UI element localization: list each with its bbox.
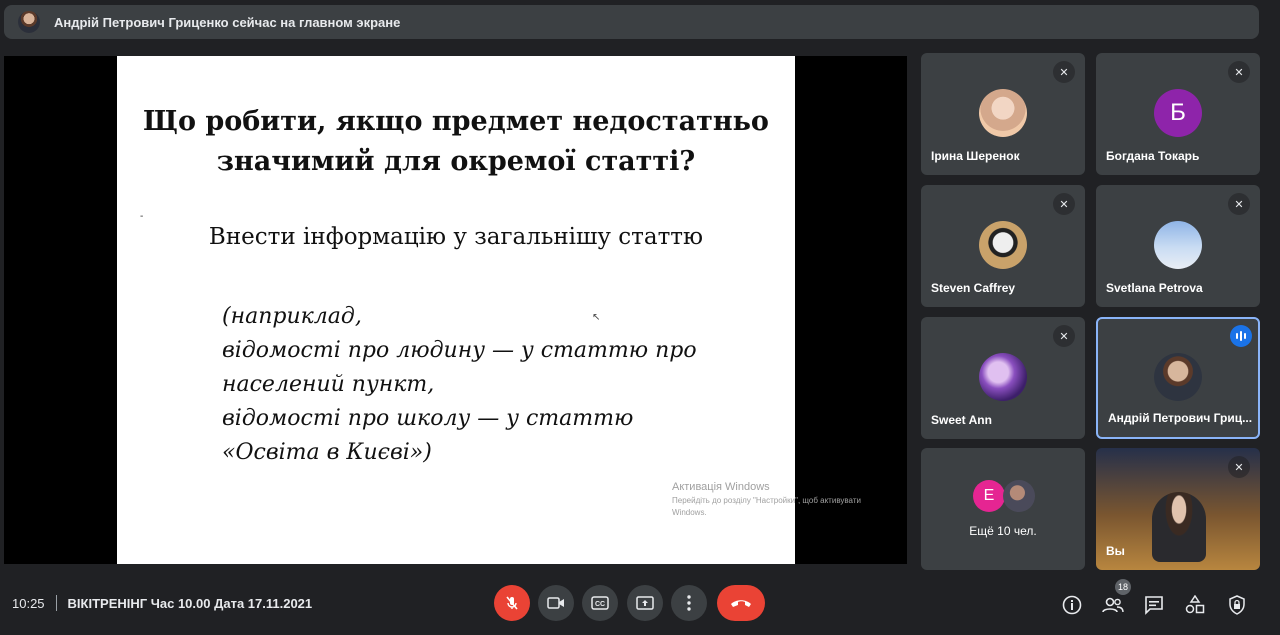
- speaking-indicator-icon: [1230, 325, 1252, 347]
- hang-up-icon: [731, 600, 751, 607]
- participant-tile[interactable]: ✕ Sweet Ann: [921, 317, 1085, 439]
- activities-button[interactable]: [1183, 593, 1207, 617]
- chat-button[interactable]: [1142, 593, 1166, 617]
- participant-name: Steven Caffrey: [931, 281, 1016, 295]
- camera-toggle-button[interactable]: [538, 585, 574, 621]
- info-icon: [1062, 595, 1082, 615]
- participant-avatar: [1154, 221, 1202, 269]
- people-count-badge: 18: [1115, 579, 1131, 595]
- participant-name: Svetlana Petrova: [1106, 281, 1203, 295]
- divider: [55, 595, 57, 611]
- shield-lock-icon: [1229, 595, 1245, 615]
- present-screen-icon: [636, 596, 654, 610]
- shared-screen: Що робити, якщо предмет недостатньо знач…: [4, 56, 907, 564]
- mic-off-icon: ✕: [1228, 61, 1250, 83]
- svg-text:CC: CC: [595, 601, 605, 608]
- participant-name: Ірина Шеренок: [931, 149, 1020, 163]
- participant-name: Андрій Петрович Гриц...: [1108, 411, 1253, 425]
- meeting-info: 10:25 ВІКІТРЕНІНГ Час 10.00 Дата 17.11.2…: [12, 595, 312, 611]
- clock-time: 10:25: [12, 595, 45, 611]
- participant-tile-active-speaker[interactable]: Андрій Петрович Гриц...: [1096, 317, 1260, 439]
- present-screen-button[interactable]: [627, 585, 663, 621]
- slide-example-line: відомості про людину — у статтю про: [222, 338, 697, 363]
- meeting-details-button[interactable]: [1060, 593, 1084, 617]
- participant-tile[interactable]: ✕ Ірина Шеренок: [921, 53, 1085, 175]
- microphone-toggle-button[interactable]: [494, 585, 530, 621]
- participant-tile[interactable]: ✕ Svetlana Petrova: [1096, 185, 1260, 307]
- presentation-slide: Що робити, якщо предмет недостатньо знач…: [117, 56, 861, 564]
- more-vert-icon: [687, 595, 691, 611]
- participant-avatar: [979, 221, 1027, 269]
- mic-off-icon: ✕: [1053, 193, 1075, 215]
- others-count-label: Ещё 10 чел.: [969, 524, 1037, 538]
- slide-title-line: Що робити, якщо предмет недостатньо: [143, 106, 769, 137]
- self-video: [1152, 492, 1206, 562]
- activities-shapes-icon: [1185, 595, 1205, 614]
- captions-button[interactable]: CC: [582, 585, 618, 621]
- slide-title: Що робити, якщо предмет недостатньо знач…: [117, 102, 795, 182]
- chat-icon: [1145, 596, 1163, 615]
- other-participant-avatar: E: [973, 480, 1005, 512]
- presenter-banner-text: Андрій Петрович Гриценко сейчас на главн…: [54, 14, 401, 30]
- participant-avatar: Б: [1154, 89, 1202, 137]
- people-button[interactable]: [1101, 593, 1125, 617]
- participant-tile[interactable]: ✕ Б Богдана Токарь: [1096, 53, 1260, 175]
- participant-name: Богдана Токарь: [1106, 149, 1200, 163]
- slide-example-line: населений пункт,: [222, 372, 435, 397]
- meeting-title[interactable]: ВІКІТРЕНІНГ Час 10.00 Дата 17.11.2021: [68, 596, 313, 611]
- windows-activation-watermark: Активація Windows Перейдіть до розділу "…: [672, 481, 882, 519]
- participant-avatar: [979, 89, 1027, 137]
- mic-off-icon: ✕: [1053, 61, 1075, 83]
- mic-off-icon: ✕: [1228, 193, 1250, 215]
- participant-avatar: [1154, 353, 1202, 401]
- closed-captions-icon: CC: [591, 596, 609, 610]
- mouse-cursor-icon: ↖: [592, 312, 601, 323]
- presenter-banner: Андрій Петрович Гриценко сейчас на главн…: [4, 5, 1259, 39]
- presenter-avatar: [18, 11, 40, 33]
- slide-example-line: (наприклад,: [222, 304, 362, 329]
- leave-call-button[interactable]: [717, 585, 765, 621]
- other-participant-avatar: [1003, 480, 1035, 512]
- self-label: Вы: [1106, 544, 1125, 558]
- video-camera-icon: [547, 597, 564, 609]
- mic-off-icon: ✕: [1053, 325, 1075, 347]
- people-icon: [1102, 597, 1124, 613]
- more-options-button[interactable]: [671, 585, 707, 621]
- mic-off-icon: [506, 596, 518, 610]
- slide-example-line: відомості про школу — у статтю: [222, 406, 634, 431]
- watermark-title: Активація Windows: [672, 481, 770, 493]
- others-tile[interactable]: E Ещё 10 чел.: [921, 448, 1085, 570]
- self-tile[interactable]: ✕ Вы: [1096, 448, 1260, 570]
- participant-name: Sweet Ann: [931, 413, 992, 427]
- slide-subtitle: Внести інформацію у загальнішу статтю: [208, 224, 704, 250]
- participant-tile[interactable]: ✕ Steven Caffrey: [921, 185, 1085, 307]
- mic-off-icon: ✕: [1228, 456, 1250, 478]
- slide-example: (наприклад, відомості про людину — у ста…: [222, 300, 697, 470]
- slide-example-line: «Освіта в Києві»): [222, 440, 432, 465]
- watermark-text: Перейдіть до розділу "Настройки", щоб ак…: [672, 496, 861, 517]
- slide-title-line: значимий для окремої статті?: [216, 146, 696, 177]
- slide-dash-mark: -: [140, 211, 144, 222]
- participant-avatar: [979, 353, 1027, 401]
- bottom-toolbar: 10:25 ВІКІТРЕНІНГ Час 10.00 Дата 17.11.2…: [0, 575, 1280, 635]
- host-controls-button[interactable]: [1225, 593, 1249, 617]
